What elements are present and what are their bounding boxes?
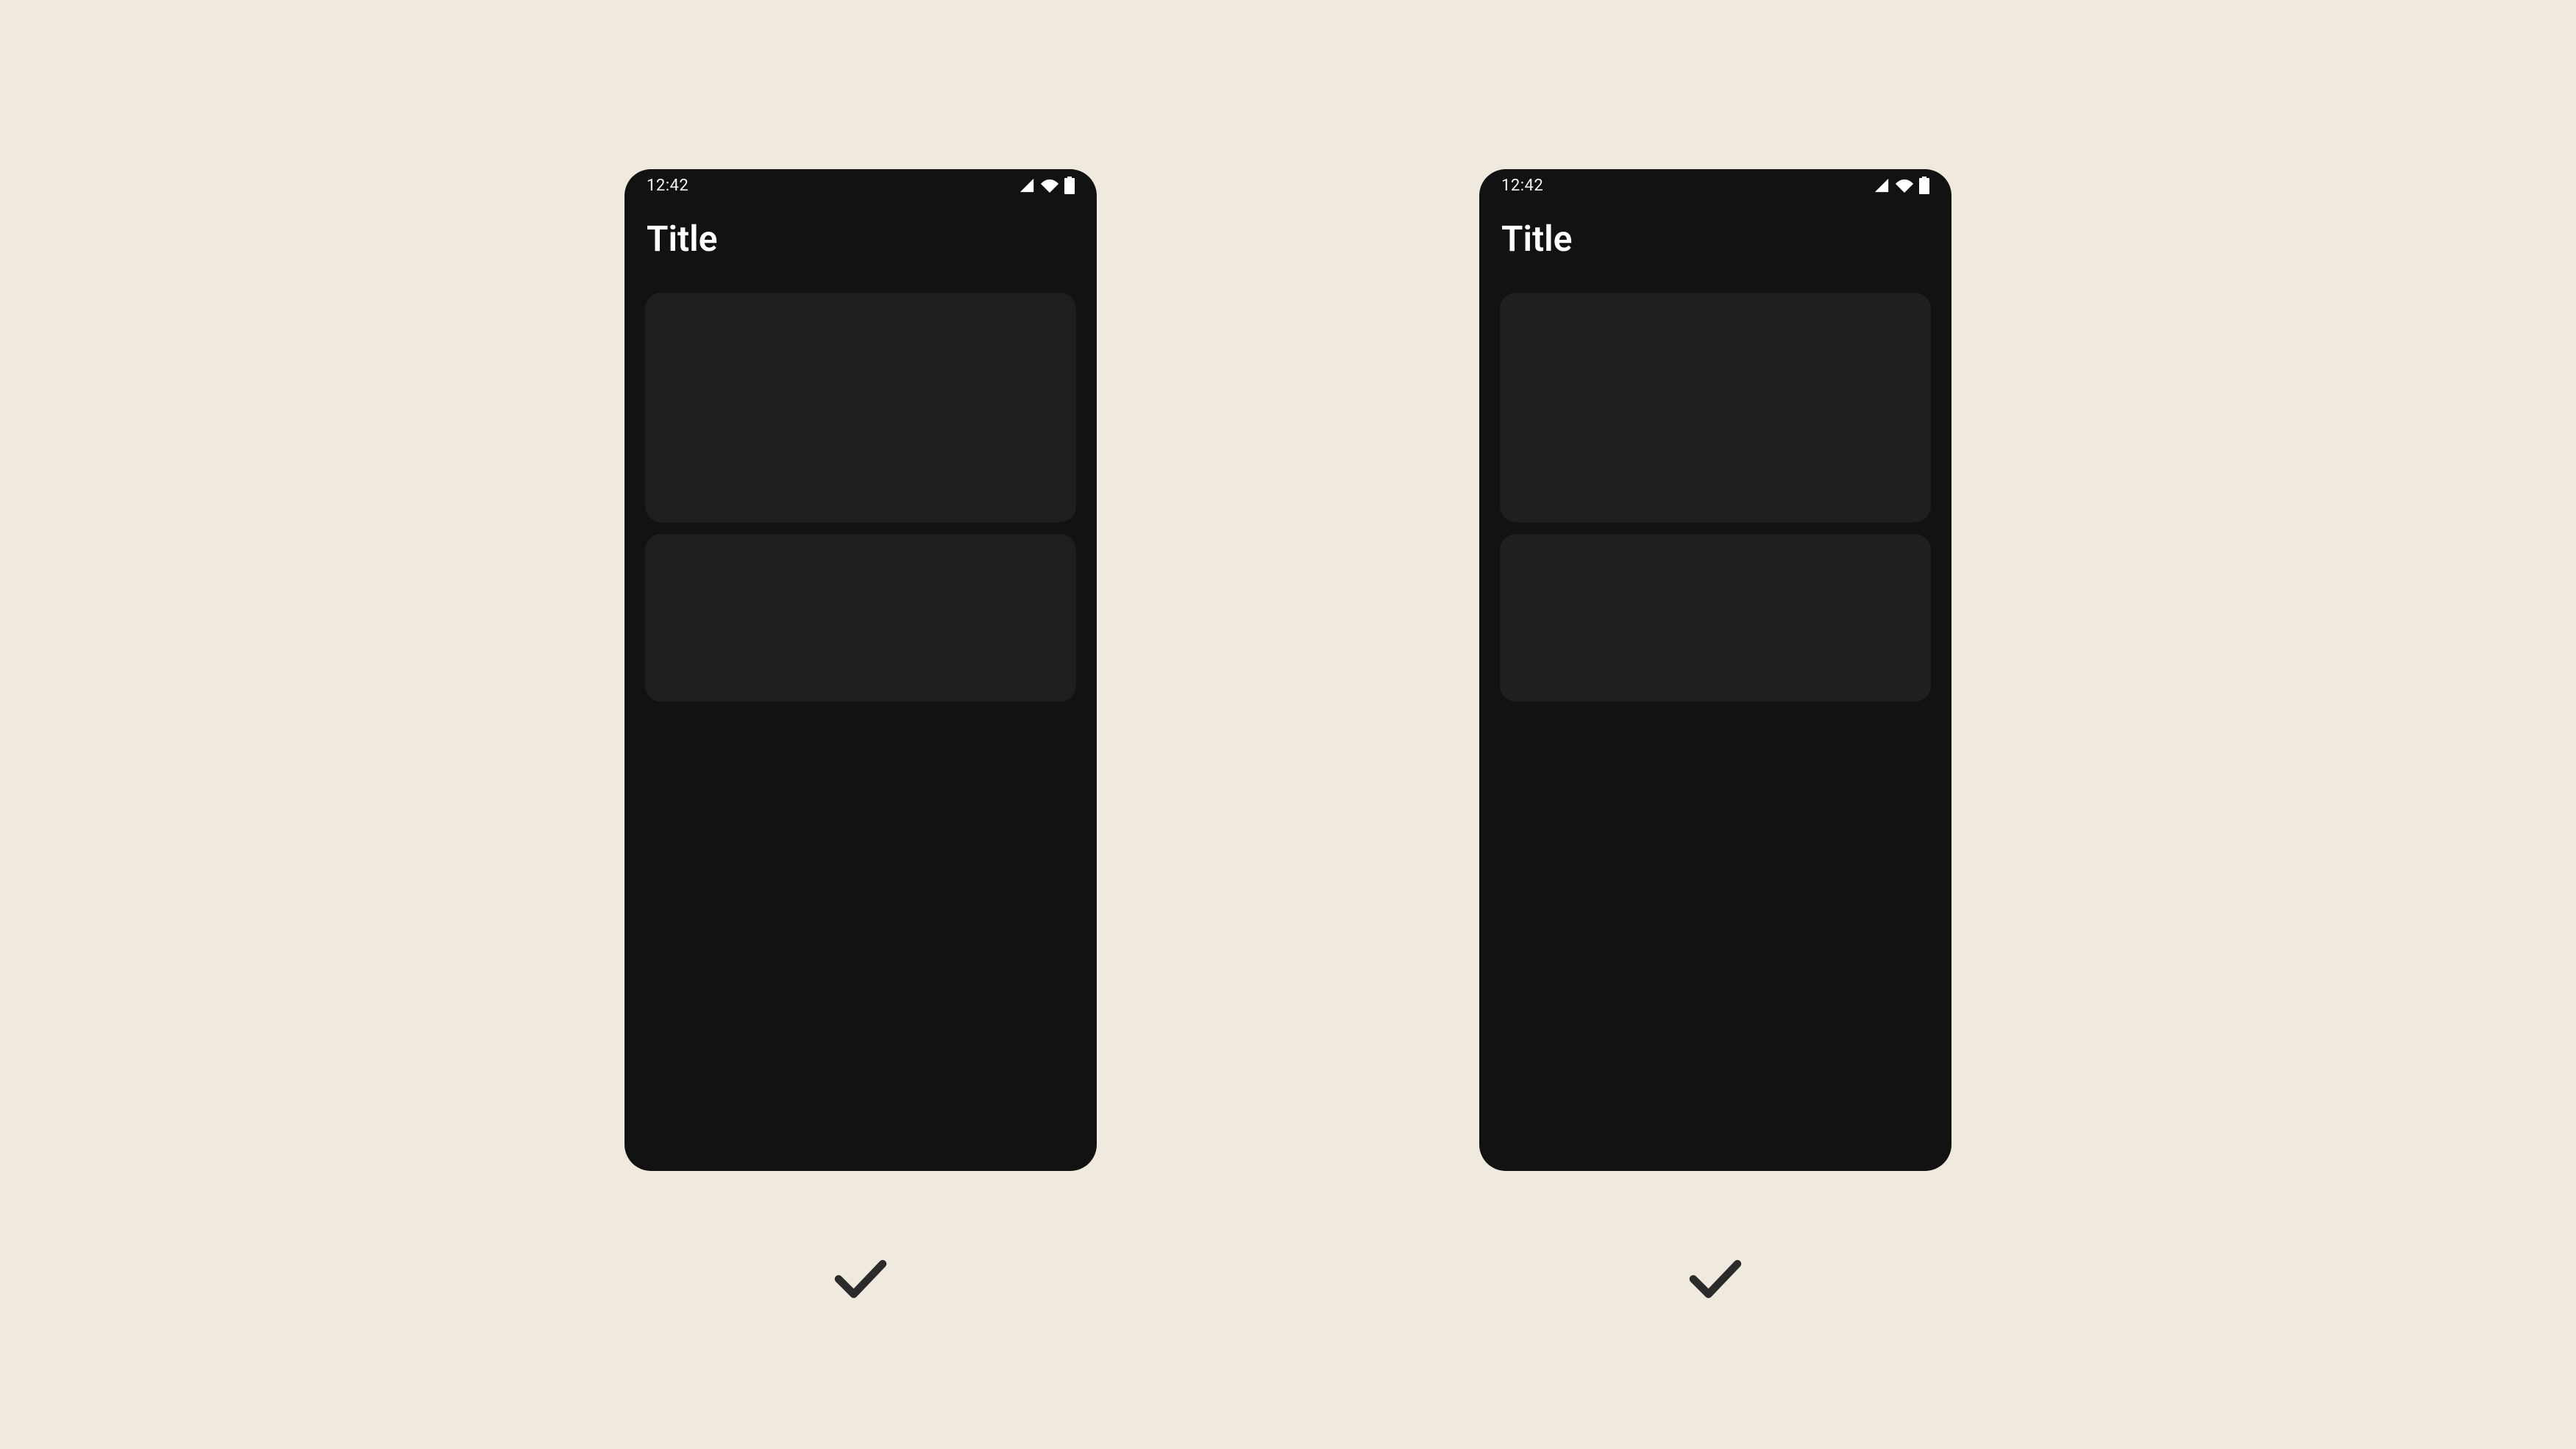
phone-frame: 12:42 Title	[1479, 169, 1951, 1171]
cellular-icon	[1874, 177, 1890, 193]
card-placeholder-large	[645, 293, 1076, 522]
status-bar: 12:42	[1479, 169, 1951, 202]
do-indicator	[1682, 1245, 1748, 1311]
battery-icon	[1064, 177, 1075, 194]
example-left: 12:42 Title	[625, 169, 1097, 1311]
app-bar: Title	[1479, 202, 1951, 275]
checkmark-icon	[828, 1245, 894, 1311]
do-indicator	[828, 1245, 894, 1311]
status-time: 12:42	[1501, 177, 1543, 195]
status-bar: 12:42	[625, 169, 1097, 202]
app-bar-title: Title	[1501, 218, 1572, 260]
content-area	[625, 275, 1097, 1171]
card-placeholder-small	[1500, 534, 1931, 702]
status-time: 12:42	[647, 177, 689, 195]
card-placeholder-small	[645, 534, 1076, 702]
status-icons	[1874, 177, 1929, 194]
wifi-icon	[1041, 177, 1058, 194]
cellular-icon	[1019, 177, 1035, 193]
app-bar: Title	[625, 202, 1097, 275]
status-icons	[1019, 177, 1075, 194]
app-bar-title: Title	[647, 218, 717, 260]
battery-icon	[1919, 177, 1929, 194]
wifi-icon	[1896, 177, 1913, 194]
examples-row: 12:42 Title 12:42	[625, 169, 1951, 1311]
content-area	[1479, 275, 1951, 1171]
example-right: 12:42 Title	[1479, 169, 1951, 1311]
checkmark-icon	[1682, 1245, 1748, 1311]
card-placeholder-large	[1500, 293, 1931, 522]
phone-frame: 12:42 Title	[625, 169, 1097, 1171]
